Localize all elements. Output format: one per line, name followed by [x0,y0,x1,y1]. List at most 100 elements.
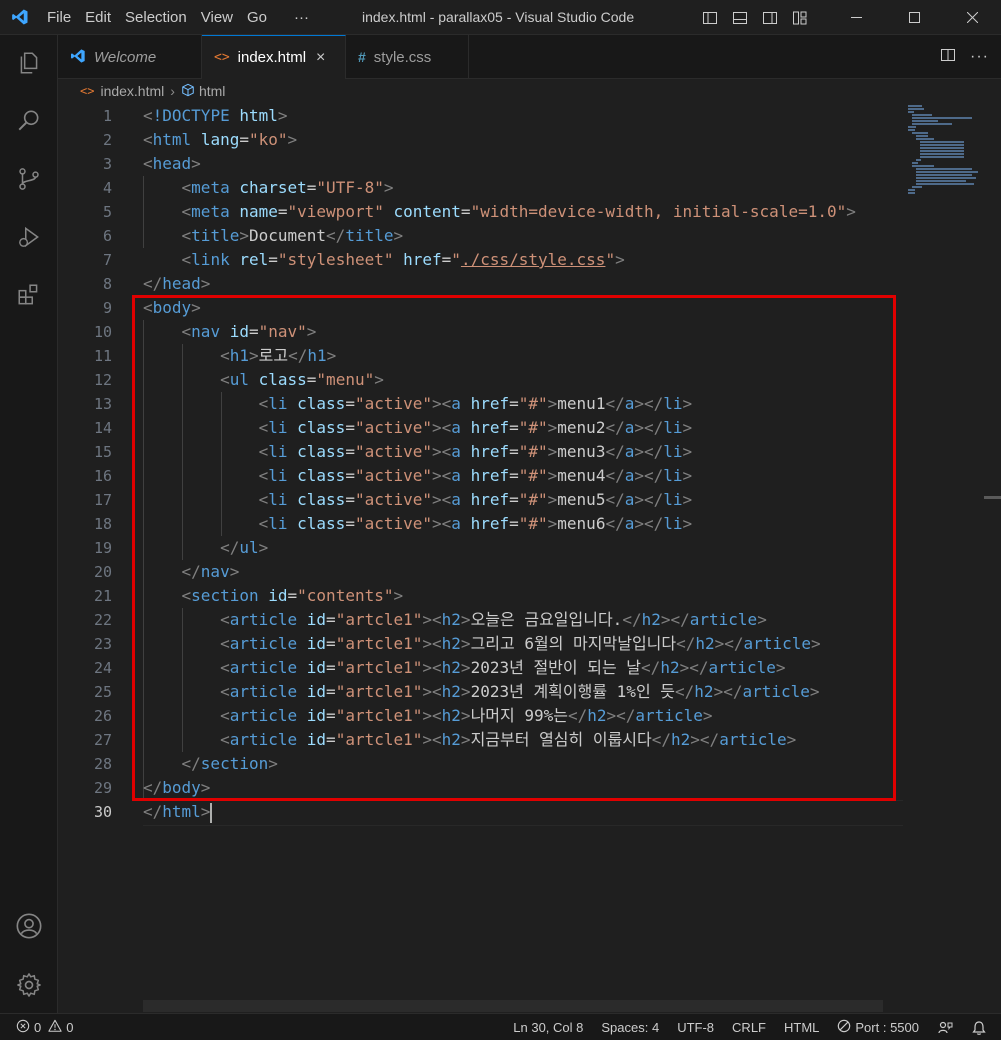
toggle-secondary-sidebar-icon[interactable] [755,0,785,35]
close-icon[interactable] [943,0,1001,35]
error-icon [16,1019,30,1036]
split-editor-icon[interactable] [940,47,956,68]
source-control-icon[interactable] [0,155,58,203]
code-line: <li class="active"><a href="#">menu6</a>… [258,514,693,533]
line-number[interactable]: 25 [58,680,118,704]
code-line: <article id="artcle1"><h2>나머지 99%는</h2><… [220,706,713,725]
menu-go[interactable]: Go [240,0,274,35]
menu-view[interactable]: View [194,0,240,35]
line-number[interactable]: 9 [58,296,118,320]
account-icon[interactable] [0,902,58,950]
horizontal-scrollbar[interactable] [143,1000,883,1012]
toggle-primary-sidebar-icon[interactable] [695,0,725,35]
code-line: <!DOCTYPE html> [143,106,288,125]
tab-label: index.html [237,49,307,66]
tab-welcome[interactable]: Welcome [58,35,202,79]
line-number[interactable]: 26 [58,704,118,728]
menu-file[interactable]: File [40,0,78,35]
explorer-icon[interactable] [0,39,58,87]
tab-index-html[interactable]: <> index.html × [202,35,346,79]
end-of-line[interactable]: CRLF [723,1014,775,1040]
line-number[interactable]: 22 [58,608,118,632]
code-line: <li class="active"><a href="#">menu5</a>… [258,490,693,509]
cursor-position[interactable]: Ln 30, Col 8 [504,1014,592,1040]
line-number[interactable]: 15 [58,440,118,464]
line-number[interactable]: 19 [58,536,118,560]
extensions-icon[interactable] [0,271,58,319]
code-line: <ul class="menu"> [220,370,384,389]
search-icon[interactable] [0,97,58,145]
file-encoding[interactable]: UTF-8 [668,1014,723,1040]
code-line: <html lang="ko"> [143,130,298,149]
more-actions-icon[interactable]: ··· [970,48,989,66]
line-number[interactable]: 4 [58,176,118,200]
line-number[interactable]: 5 [58,200,118,224]
code-line: <li class="active"><a href="#">menu4</a>… [258,466,693,485]
code-line: </body> [143,778,211,797]
line-number[interactable]: 29 [58,776,118,800]
code-line: </ul> [220,538,269,557]
code-line: <li class="active"><a href="#">menu3</a>… [258,442,693,461]
settings-gear-icon[interactable] [0,961,58,1009]
title-bar: File Edit Selection View Go ··· index.ht… [0,0,1001,35]
run-debug-icon[interactable] [0,213,58,261]
line-number[interactable]: 12 [58,368,118,392]
scrollbar-cursor-marker [984,496,1001,499]
tab-style-css[interactable]: # style.css [346,35,469,79]
line-number[interactable]: 10 [58,320,118,344]
maximize-icon[interactable] [885,0,943,35]
breadcrumb-symbol[interactable]: html [199,83,225,99]
close-tab-icon[interactable]: × [316,49,325,67]
menu-more[interactable]: ··· [274,0,316,35]
menu-edit[interactable]: Edit [78,0,118,35]
line-number[interactable]: 11 [58,344,118,368]
line-number[interactable]: 6 [58,224,118,248]
minimap[interactable] [906,103,984,1013]
line-number[interactable]: 3 [58,152,118,176]
code-line: </nav> [181,562,240,581]
minimize-icon[interactable] [827,0,885,35]
line-number[interactable]: 14 [58,416,118,440]
code-line: <h1>로고</h1> [220,346,337,365]
line-number[interactable]: 7 [58,248,118,272]
live-server-port[interactable]: Port : 5500 [828,1014,928,1040]
language-mode[interactable]: HTML [775,1014,828,1040]
breadcrumb-file[interactable]: index.html [100,83,164,99]
line-number[interactable]: 20 [58,560,118,584]
menu-selection[interactable]: Selection [118,0,194,35]
line-number[interactable]: 28 [58,752,118,776]
window-title: index.html - parallax05 - Visual Studio … [362,9,635,25]
error-count: 0 [34,1020,42,1035]
html-icon: <> [80,84,95,98]
code-editor[interactable]: 1 2 3 4 5 6 7 8 9 10 11 12 13 14 15 16 17 18 19 20 21 22 23 24 2… [58,103,1001,1013]
code-line: <li class="active"><a href="#">menu1</a>… [258,394,693,413]
code-line: <li class="active"><a href="#">menu2</a>… [258,418,693,437]
line-number[interactable]: 16 [58,464,118,488]
line-number[interactable]: 30 [58,800,118,824]
line-number[interactable]: 13 [58,392,118,416]
line-number[interactable]: 21 [58,584,118,608]
toggle-panel-icon[interactable] [725,0,755,35]
indentation[interactable]: Spaces: 4 [592,1014,668,1040]
notifications-bell-icon[interactable] [962,1014,1001,1040]
code-line: </section> [181,754,278,773]
editor-tab-bar: Welcome <> index.html × # style.css ··· [58,35,1001,79]
tab-label: Welcome [94,48,157,66]
code-content[interactable]: <!DOCTYPE html> <html lang="ko"> <head> … [143,104,903,826]
chevron-right-icon: › [170,83,175,99]
line-number[interactable]: 18 [58,512,118,536]
line-number[interactable]: 27 [58,728,118,752]
warning-count: 0 [66,1020,74,1035]
port-label: Port : 5500 [855,1020,919,1035]
vertical-scrollbar[interactable] [984,103,1001,1013]
customize-layout-icon[interactable] [785,0,815,35]
feedback-icon[interactable] [928,1014,962,1040]
problems-indicator[interactable]: 0 0 [16,1014,73,1040]
line-number[interactable]: 24 [58,656,118,680]
line-number[interactable]: 23 [58,632,118,656]
line-number[interactable]: 17 [58,488,118,512]
code-line: <title>Document</title> [181,226,404,245]
line-number[interactable]: 1 [58,104,118,128]
line-number[interactable]: 8 [58,272,118,296]
line-number[interactable]: 2 [58,128,118,152]
